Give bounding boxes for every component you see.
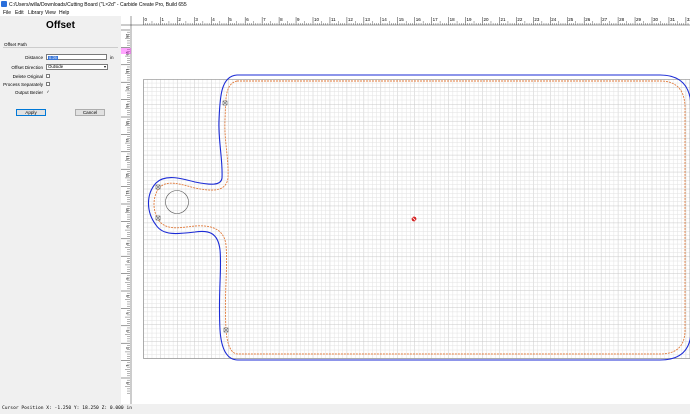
ruler-label: 10 — [314, 17, 320, 22]
ruler-label: 27 — [602, 17, 608, 22]
ruler-label: 30 — [653, 17, 659, 22]
ruler-label: 12 — [348, 17, 354, 22]
ruler-label: 23 — [534, 17, 540, 22]
ruler-label: 13 — [125, 156, 129, 160]
ruler-label: 31 — [670, 17, 676, 22]
ruler-label: 18 — [450, 17, 456, 22]
design-canvas[interactable]: 0 1 2 3 4 5 6 7 8 9 10 11 12 13 14 15 16 17 18 19 20 21 22 23 24… — [0, 0, 690, 414]
ruler-label: 16 — [416, 17, 422, 22]
cursor-marker-left — [121, 48, 131, 54]
ruler-label: 14 — [125, 138, 129, 142]
ruler-label: 28 — [619, 17, 625, 22]
ruler-label: 26 — [585, 17, 591, 22]
ruler-label: 22 — [517, 17, 523, 22]
status-bar: Cursor Position X: -1.250 Y: 18.250 Z: 0… — [2, 406, 132, 411]
ruler-label: 19 — [467, 17, 473, 22]
ruler-label: 12 — [125, 173, 129, 177]
ruler-label: 15 — [125, 121, 129, 125]
ruler-label: 11 — [331, 17, 336, 22]
ruler-label: 16 — [125, 104, 129, 108]
ruler-label: 21 — [500, 17, 506, 22]
ruler-label: 20 — [125, 34, 129, 38]
ruler-label: 18 — [125, 69, 129, 73]
ruler-label: 11 — [125, 191, 129, 195]
ruler-label: 20 — [484, 17, 490, 22]
ruler-label: 29 — [636, 17, 642, 22]
ruler-label: 17 — [433, 17, 439, 22]
ruler-label: 24 — [551, 17, 557, 22]
ruler-label: 14 — [382, 17, 388, 22]
ruler-label: 13 — [365, 17, 371, 22]
ruler-label: 10 — [125, 208, 129, 212]
ruler-label: 15 — [399, 17, 405, 22]
ruler-label: 17 — [125, 86, 129, 90]
ruler-label: 25 — [568, 17, 574, 22]
